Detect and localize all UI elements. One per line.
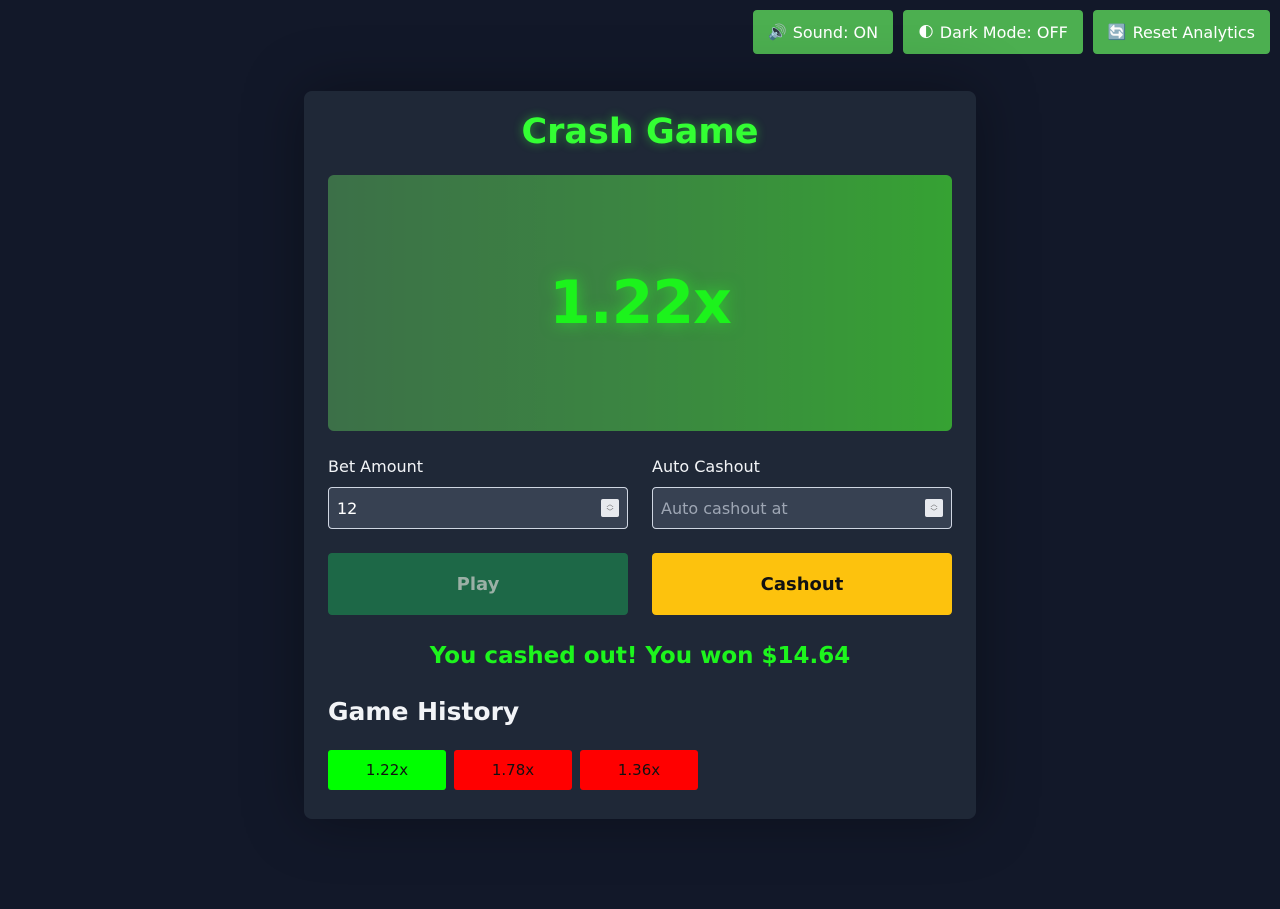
- auto-cashout-wrapper: ︿ ﹀: [652, 487, 952, 529]
- speaker-icon: 🔊: [768, 22, 787, 41]
- bet-amount-wrapper: ︿ ﹀: [328, 487, 628, 529]
- dark-mode-toggle-label: Dark Mode: OFF: [939, 22, 1068, 42]
- auto-cashout-label: Auto Cashout: [652, 457, 760, 476]
- game-history-title: Game History: [328, 697, 520, 726]
- bet-form: Bet Amount ︿ ﹀ Auto Cashout ︿ ﹀: [328, 457, 952, 529]
- auto-cashout-stepper[interactable]: ︿ ﹀: [925, 499, 943, 517]
- half-moon-icon: 🌓: [918, 22, 934, 41]
- top-toolbar: 🔊 Sound: ON 🌓 Dark Mode: OFF 🔄 Reset Ana…: [753, 10, 1270, 54]
- history-item: 1.36x: [580, 750, 698, 790]
- action-buttons: Play Cashout: [328, 553, 952, 615]
- cashout-button[interactable]: Cashout: [652, 553, 952, 615]
- stepper-down-icon[interactable]: ﹀: [931, 508, 938, 516]
- reset-analytics-button[interactable]: 🔄 Reset Analytics: [1092, 10, 1270, 54]
- game-card: Crash Game 1.22x Bet Amount ︿ ﹀ Auto Cas…: [304, 91, 976, 819]
- stepper-up-icon[interactable]: ︿: [931, 500, 938, 508]
- game-display: 1.22x: [328, 175, 952, 431]
- multiplier-readout: 1.22x: [549, 268, 732, 338]
- auto-cashout-group: Auto Cashout ︿ ﹀: [652, 457, 952, 529]
- bet-amount-stepper[interactable]: ︿ ﹀: [601, 499, 619, 517]
- history-item: 1.78x: [454, 750, 572, 790]
- reset-analytics-label: Reset Analytics: [1132, 22, 1255, 42]
- sound-toggle-label: Sound: ON: [792, 22, 879, 42]
- refresh-icon: 🔄: [1107, 22, 1127, 41]
- stepper-up-icon[interactable]: ︿: [607, 500, 614, 508]
- game-history-list: 1.22x 1.78x 1.36x: [328, 750, 952, 790]
- status-message: You cashed out! You won $14.64: [429, 643, 851, 669]
- stepper-down-icon[interactable]: ﹀: [607, 508, 614, 516]
- sound-toggle-button[interactable]: 🔊 Sound: ON: [753, 10, 894, 54]
- play-button[interactable]: Play: [328, 553, 628, 615]
- bet-amount-group: Bet Amount ︿ ﹀: [328, 457, 628, 529]
- bet-amount-label: Bet Amount: [328, 457, 424, 476]
- history-item: 1.22x: [328, 750, 446, 790]
- page-title: Crash Game: [521, 112, 759, 152]
- dark-mode-toggle-button[interactable]: 🌓 Dark Mode: OFF: [903, 10, 1083, 54]
- bet-amount-input[interactable]: [329, 488, 627, 528]
- auto-cashout-input[interactable]: [653, 488, 951, 528]
